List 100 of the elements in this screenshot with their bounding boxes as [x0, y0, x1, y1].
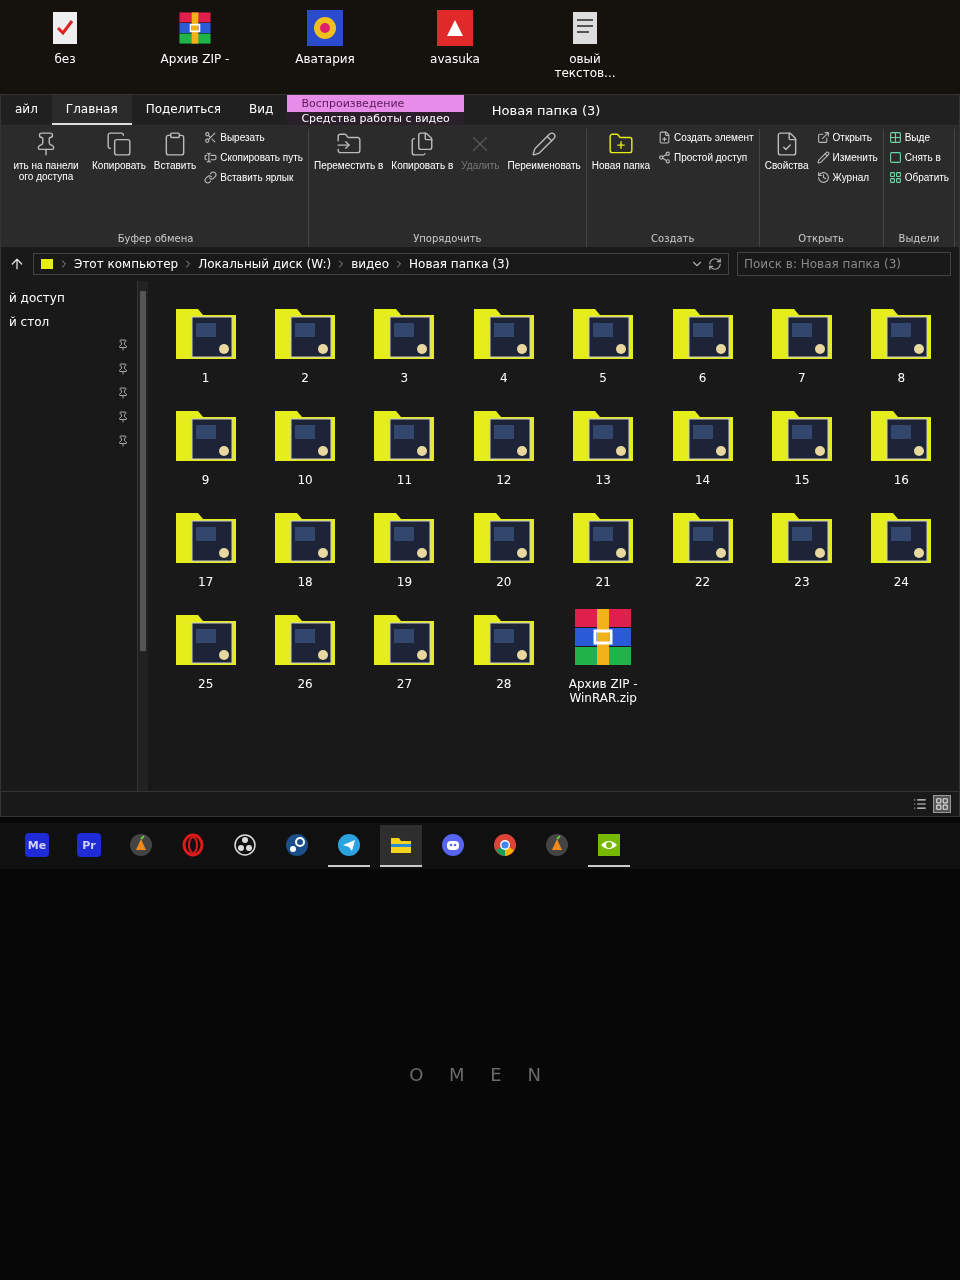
ribbon-icon — [204, 151, 218, 164]
ribbon-tab[interactable]: айл — [1, 95, 52, 125]
taskbar-button[interactable] — [380, 825, 422, 867]
desktop-icon-label[interactable]: avasuka — [430, 52, 480, 66]
group-label: Открыть — [797, 232, 845, 246]
app-icon: Pr — [77, 833, 101, 857]
ribbon-button[interactable]: Открыть — [814, 129, 880, 146]
ribbon-button[interactable]: Изменить — [814, 149, 880, 166]
window-title: Новая папка (3) — [490, 101, 602, 120]
pin-icon — [117, 363, 129, 375]
group-label: Создать — [650, 232, 696, 246]
file-name[interactable]: 2 — [301, 371, 309, 385]
ribbon-button[interactable]: Обратить — [886, 169, 952, 186]
ribbon-button[interactable]: Копировать в — [389, 129, 456, 173]
ribbon-tab[interactable]: Вид — [235, 95, 288, 125]
breadcrumb[interactable]: Этот компьютер — [74, 257, 179, 271]
search-field[interactable]: Поиск в: Новая папка (3) — [737, 252, 951, 276]
ribbon-button[interactable]: Вырезать — [202, 129, 305, 146]
refresh-icon[interactable] — [708, 257, 722, 271]
file-name[interactable]: 23 — [794, 575, 810, 589]
browser-icon — [493, 833, 517, 857]
ribbon-tab[interactable]: Средства работы с видео — [287, 112, 464, 125]
context-tab-group: Воспроизведение — [287, 95, 464, 112]
ribbon-icon — [105, 131, 132, 157]
file-name[interactable]: 26 — [297, 677, 313, 691]
file-name[interactable]: 28 — [496, 677, 512, 691]
file-name[interactable]: 6 — [698, 371, 707, 385]
desktop-icon-label[interactable]: овый текстов... — [540, 52, 630, 80]
taskbar-button[interactable]: Pr — [68, 825, 110, 867]
file-name[interactable]: 19 — [396, 575, 413, 589]
file-name[interactable]: 1 — [201, 371, 210, 385]
ribbon-button[interactable]: Переименовать — [505, 129, 583, 173]
ribbon-button[interactable]: Простой доступ — [656, 149, 756, 166]
breadcrumb[interactable]: Локальный диск (W:) — [198, 257, 332, 271]
ribbon-tab[interactable]: Поделиться — [131, 95, 236, 125]
address-bar[interactable]: Этот компьютер Локальный диск (W:) видео Новая папка (3) — [33, 253, 729, 275]
taskbar-button[interactable]: Me — [16, 825, 58, 867]
nav-item[interactable]: й стол — [9, 315, 129, 329]
file-name[interactable]: 5 — [599, 371, 607, 385]
ribbon-tab[interactable]: Главная — [51, 95, 132, 125]
file-name[interactable]: 17 — [198, 575, 214, 589]
ribbon-button[interactable]: Снять в — [886, 149, 952, 166]
ribbon-button[interactable]: Вставить ярлык — [202, 169, 305, 186]
ribbon-button[interactable]: Вставить — [151, 129, 199, 173]
ribbon-button[interactable]: Выде — [886, 129, 952, 146]
chat-icon — [441, 833, 465, 857]
file-name[interactable]: 16 — [893, 473, 909, 487]
file-name[interactable]: 4 — [500, 371, 508, 385]
file-name[interactable]: Архив ZIP - WinRAR.zip — [555, 677, 651, 705]
file-name[interactable]: 27 — [396, 677, 413, 691]
file-name[interactable]: 13 — [595, 473, 611, 487]
pin-icon — [117, 435, 129, 447]
file-name[interactable]: 18 — [297, 575, 313, 589]
ribbon-icon — [816, 131, 830, 144]
ribbon-icon — [204, 131, 218, 144]
file-name[interactable]: 15 — [794, 473, 810, 487]
file-name[interactable]: 25 — [198, 677, 214, 691]
up-button[interactable] — [9, 256, 25, 272]
ribbon-button[interactable]: Переместить в — [311, 129, 386, 173]
ribbon-button[interactable]: Журнал — [814, 169, 880, 186]
breadcrumb[interactable]: видео — [351, 257, 390, 271]
file-name[interactable]: 12 — [496, 473, 512, 487]
paper-plane-icon — [337, 833, 361, 857]
eye-icon — [597, 833, 621, 857]
fruit-icon — [545, 833, 569, 857]
ribbon-button[interactable]: ить на панели ого доступа — [6, 129, 86, 184]
file-name[interactable]: 14 — [694, 473, 711, 487]
ribbon-button[interactable]: Свойства — [762, 129, 811, 173]
game-icon — [305, 8, 345, 48]
ring-icon — [181, 833, 205, 857]
file-name[interactable]: 21 — [595, 575, 611, 589]
desktop-icon-label[interactable]: Аватария — [295, 52, 355, 66]
desktop-icon-label[interactable]: без — [54, 52, 76, 66]
desktop-icon-label[interactable]: Архив ZIP - — [160, 52, 230, 66]
file-name[interactable]: 22 — [694, 575, 711, 589]
app-icon: Me — [25, 833, 49, 857]
ribbon-button[interactable]: Создать элемент — [656, 129, 756, 146]
file-name[interactable]: 24 — [893, 575, 909, 589]
file-name[interactable]: 10 — [297, 473, 313, 487]
folder-icon — [40, 257, 54, 271]
file-name[interactable]: 11 — [396, 473, 413, 487]
file-name[interactable]: 20 — [496, 575, 512, 589]
file-name[interactable]: 9 — [201, 473, 210, 487]
pin-icon — [117, 387, 129, 399]
ribbon-button[interactable]: Новая папка — [589, 129, 653, 173]
icons-view-button[interactable] — [933, 795, 951, 813]
scrollbar[interactable] — [138, 281, 148, 791]
file-name[interactable]: 7 — [798, 371, 806, 385]
group-label: Выдели — [897, 232, 941, 246]
ribbon-icon — [816, 171, 830, 184]
ribbon-icon — [888, 151, 902, 164]
group-label: Упорядочить — [412, 232, 483, 246]
ribbon-button[interactable]: Копировать — [90, 129, 148, 173]
breadcrumb[interactable]: Новая папка (3) — [409, 257, 510, 271]
file-name[interactable]: 3 — [400, 371, 409, 385]
ribbon-button[interactable]: Скопировать путь — [202, 149, 305, 166]
nav-item[interactable]: й доступ — [9, 291, 129, 305]
file-name[interactable]: 8 — [897, 371, 906, 385]
app-icon — [435, 8, 475, 48]
group-label: Буфер обмена — [116, 232, 195, 246]
